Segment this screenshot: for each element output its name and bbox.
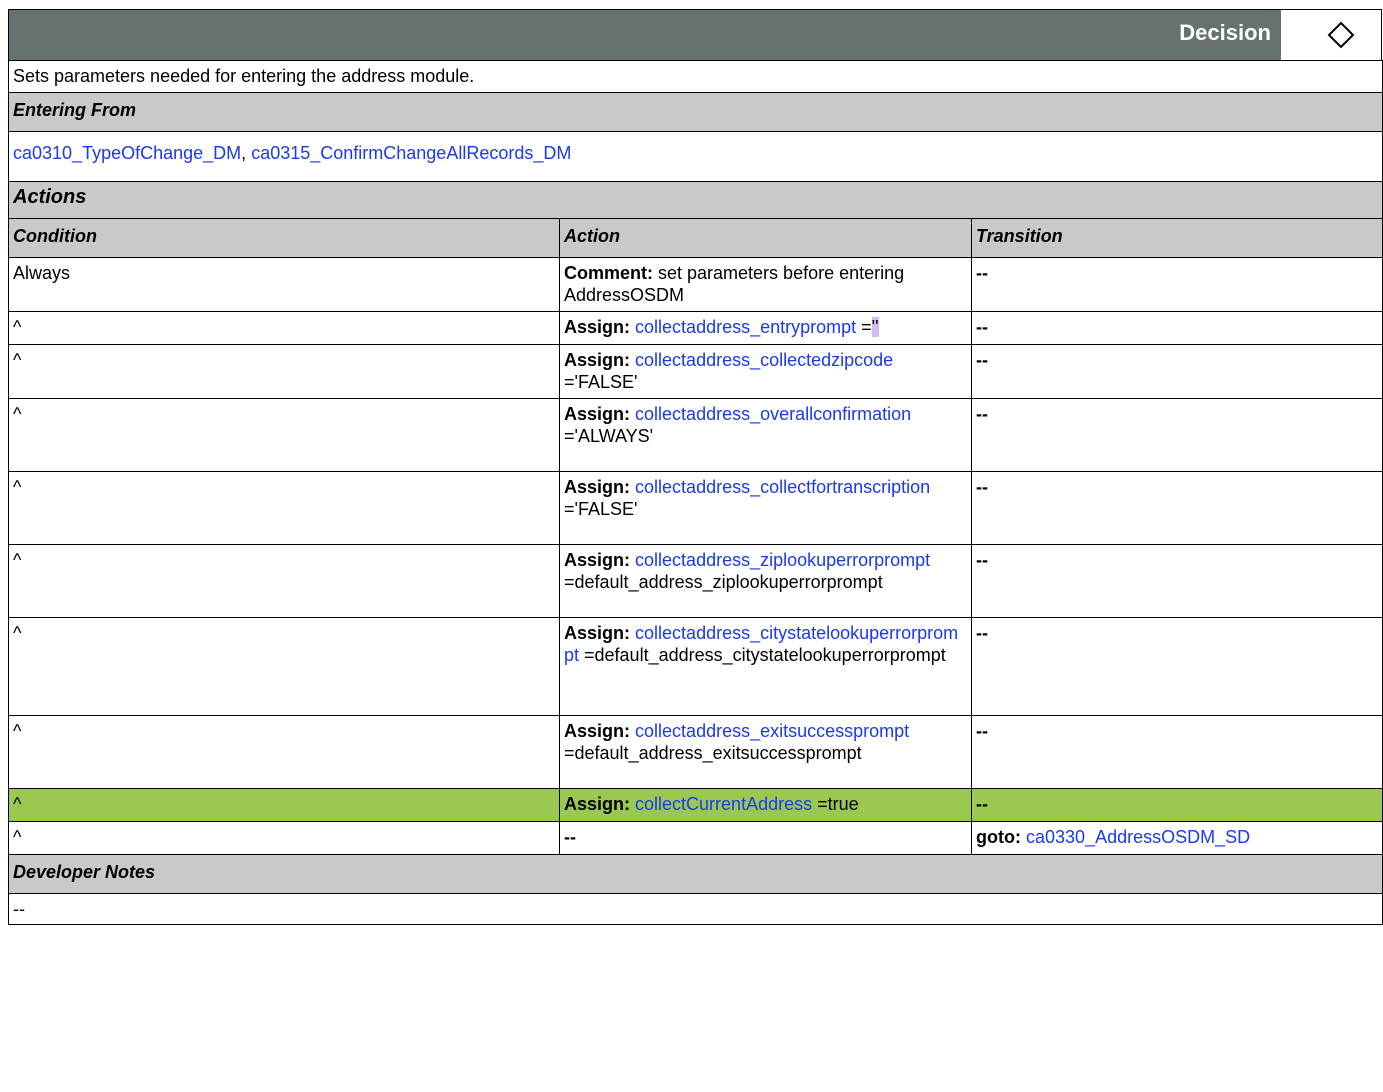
variable-link[interactable]: collectaddress_ziplookuperrorprompt (635, 550, 930, 570)
table-row: ^ Assign: collectaddress_ziplookuperrorp… (8, 543, 1383, 618)
link-separator: , (241, 142, 247, 163)
table-row: ^ Assign: collectaddress_entryprompt =''… (8, 310, 1383, 345)
transition-label: goto: (976, 826, 1021, 847)
transition-text: -- (976, 403, 988, 424)
goto-link[interactable]: ca0330_AddressOSDM_SD (1026, 827, 1250, 847)
action-text: -- (564, 826, 576, 847)
variable-link[interactable]: collectaddress_entryprompt (635, 317, 856, 337)
condition-cell: Always (8, 256, 560, 312)
action-cell: -- (559, 820, 972, 855)
condition-cell: ^ (8, 820, 560, 855)
developer-notes-text: -- (7, 892, 1383, 925)
transition-text: -- (976, 349, 988, 370)
table-row: ^ Assign: collectaddress_exitsuccessprom… (8, 714, 1383, 789)
condition-cell: ^ (8, 397, 560, 472)
table-row: ^ Assign: collectaddress_overallconfirma… (8, 397, 1383, 472)
table-row: ^ Assign: collectaddress_collectfortrans… (8, 470, 1383, 545)
entering-from-title: Entering From (7, 91, 1383, 132)
transition-cell: -- (970, 397, 1383, 472)
transition-cell: goto: ca0330_AddressOSDM_SD (970, 820, 1383, 855)
action-cell: Assign: collectaddress_citystatelookuper… (559, 616, 972, 716)
condition-cell: ^ (8, 616, 560, 716)
transition-text: -- (976, 262, 988, 283)
column-header-condition: Condition (8, 217, 560, 258)
action-label: Assign: (564, 476, 631, 497)
decision-header-bar: Decision (8, 9, 1382, 60)
action-cell: Assign: collectaddress_overallconfirmati… (559, 397, 972, 472)
entering-from-link-1[interactable]: ca0310_TypeOfChange_DM (13, 143, 241, 163)
column-header-action: Action (559, 217, 972, 258)
condition-cell: ^ (8, 543, 560, 618)
transition-text: -- (976, 476, 988, 497)
decision-icon-box (1281, 10, 1381, 60)
action-value: =default_address_exitsuccessprompt (564, 743, 862, 763)
action-value: ='FALSE' (564, 372, 638, 392)
action-label: Assign: (564, 793, 631, 814)
action-label: Comment: (564, 262, 653, 283)
decision-table: Sets parameters needed for entering the … (7, 60, 1383, 925)
decision-type-label: Decision (1179, 20, 1271, 45)
transition-text: -- (976, 793, 988, 814)
action-cell: Assign: collectaddress_ziplookuperrorpro… (559, 543, 972, 618)
transition-text: -- (976, 720, 988, 741)
table-row: ^ Assign: collectaddress_collectedzipcod… (8, 343, 1383, 399)
table-row-highlighted: ^ Assign: collectCurrentAddress =true -- (8, 787, 1383, 822)
transition-text: -- (976, 622, 988, 643)
table-row: Always Comment: set parameters before en… (8, 256, 1383, 312)
action-value: =default_address_citystatelookuperrorpro… (579, 645, 946, 665)
description-text: Sets parameters needed for entering the … (7, 60, 1383, 93)
action-cell: Assign: collectCurrentAddress =true (559, 787, 972, 822)
decision-panel: Decision Sets parameters needed for ente… (7, 9, 1383, 925)
transition-cell: -- (970, 343, 1383, 399)
variable-link[interactable]: collectaddress_collectedzipcode (635, 350, 893, 370)
action-label: Assign: (564, 549, 631, 570)
column-header-transition: Transition (970, 217, 1383, 258)
table-row: ^ Assign: collectaddress_citystatelookup… (8, 616, 1383, 716)
transition-cell: -- (970, 470, 1383, 545)
actions-title: Actions (7, 180, 1383, 219)
condition-cell: ^ (8, 470, 560, 545)
transition-cell: -- (970, 256, 1383, 312)
action-cell: Assign: collectaddress_entryprompt ='' (559, 310, 972, 345)
condition-cell: ^ (8, 787, 560, 822)
action-label: Assign: (564, 316, 631, 337)
action-value: = (856, 316, 872, 337)
action-value: ='ALWAYS' (564, 426, 654, 446)
action-cell: Comment: set parameters before entering … (559, 256, 972, 312)
entering-from-links: ca0310_TypeOfChange_DM, ca0315_ConfirmCh… (7, 130, 1383, 182)
variable-link[interactable]: collectaddress_exitsuccessprompt (635, 721, 909, 741)
condition-cell: ^ (8, 310, 560, 345)
action-label: Assign: (564, 622, 631, 643)
action-value: =default_address_ziplookuperrorprompt (564, 572, 883, 592)
action-value: =true (812, 793, 859, 814)
variable-link[interactable]: collectCurrentAddress (635, 794, 812, 814)
variable-link[interactable]: collectaddress_collectfortranscription (635, 477, 930, 497)
highlighted-value: '' (871, 316, 879, 337)
diamond-icon (1281, 10, 1381, 60)
transition-cell: -- (970, 543, 1383, 618)
transition-text: -- (976, 316, 988, 337)
action-cell: Assign: collectaddress_collectedzipcode … (559, 343, 972, 399)
transition-cell: -- (970, 787, 1383, 822)
condition-cell: ^ (8, 714, 560, 789)
table-row: ^ -- goto: ca0330_AddressOSDM_SD (8, 820, 1383, 855)
action-cell: Assign: collectaddress_collectfortranscr… (559, 470, 972, 545)
action-label: Assign: (564, 403, 631, 424)
action-label: Assign: (564, 720, 631, 741)
entering-from-link-2[interactable]: ca0315_ConfirmChangeAllRecords_DM (251, 143, 571, 163)
action-cell: Assign: collectaddress_exitsuccessprompt… (559, 714, 972, 789)
developer-notes-title: Developer Notes (7, 853, 1383, 894)
transition-cell: -- (970, 714, 1383, 789)
condition-cell: ^ (8, 343, 560, 399)
transition-cell: -- (970, 310, 1383, 345)
transition-cell: -- (970, 616, 1383, 716)
variable-link[interactable]: collectaddress_overallconfirmation (635, 404, 911, 424)
action-label: Assign: (564, 349, 631, 370)
action-value: ='FALSE' (564, 499, 638, 519)
transition-text: -- (976, 549, 988, 570)
